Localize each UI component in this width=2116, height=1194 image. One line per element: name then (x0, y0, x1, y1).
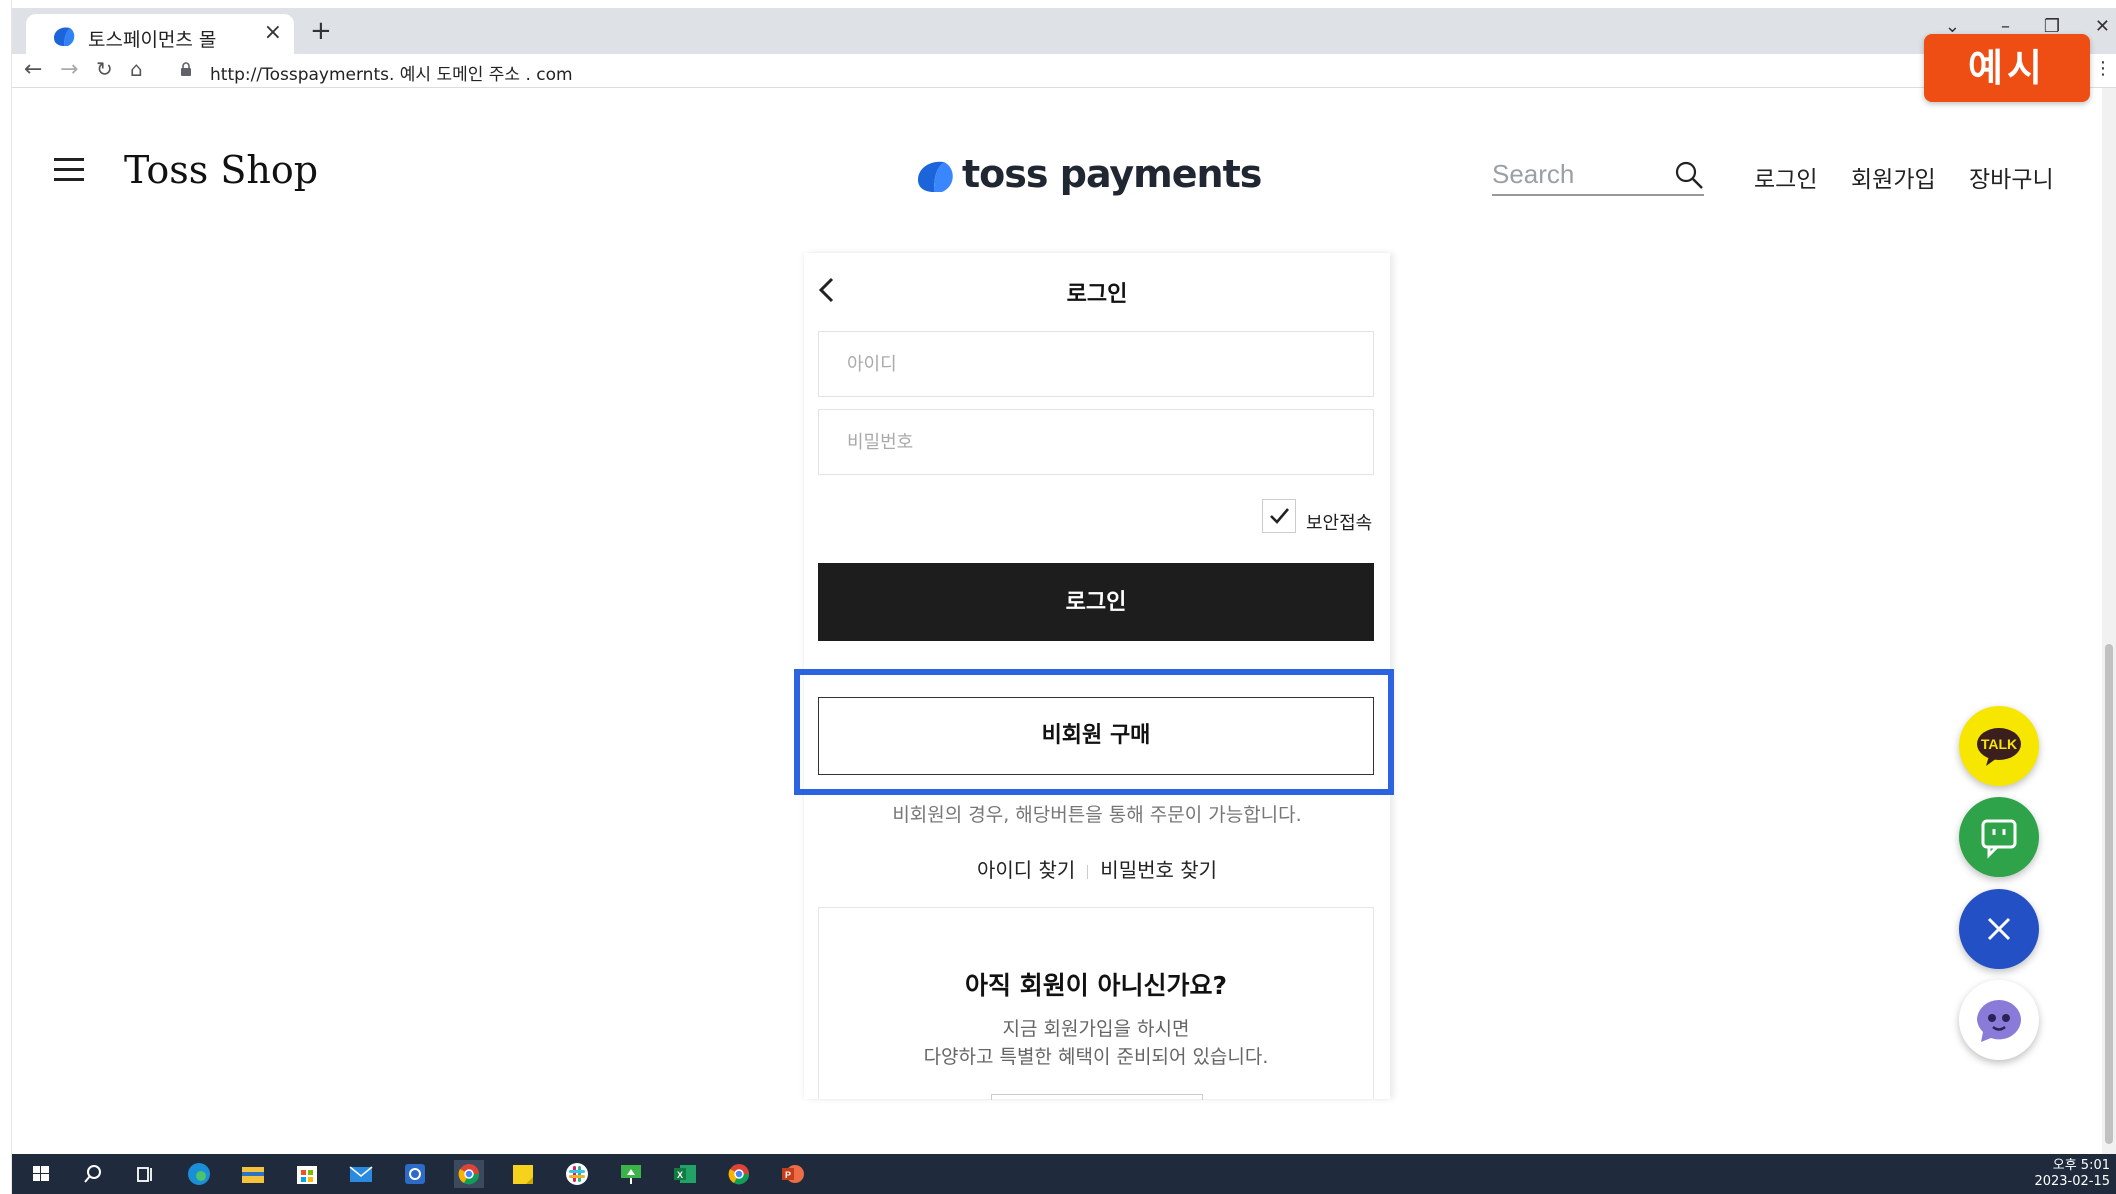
toss-logo-icon (918, 161, 953, 192)
windows-taskbar: X P 오후 5:01 2023-02-15 (12, 1154, 2116, 1194)
system-clock[interactable]: 오후 5:01 2023-02-15 (2034, 1158, 2110, 1190)
clock-date: 2023-02-15 (2034, 1174, 2110, 1189)
svg-text:P: P (785, 1170, 791, 1180)
toss-favicon-icon (54, 27, 75, 46)
search-box (1492, 156, 1704, 196)
chat-bubble-icon (1981, 819, 2017, 859)
find-account-links: 아이디 찾기 비밀번호 찾기 (804, 854, 1390, 883)
find-password-link[interactable]: 비밀번호 찾기 (1100, 858, 1217, 882)
sticky-notes-icon[interactable] (508, 1160, 538, 1188)
signup-button-partial[interactable] (991, 1094, 1203, 1100)
signup-promo-line1: 지금 회원가입을 하시면 (1002, 1018, 1190, 1040)
shop-title[interactable]: Toss Shop (124, 148, 318, 192)
tab-close-icon[interactable]: × (264, 20, 282, 45)
secure-login-checkbox[interactable] (1262, 499, 1296, 533)
url-field[interactable]: http://Tosspaymernts. 예시 도메인 주소 . com (210, 60, 573, 85)
kakao-talk-button[interactable]: TALK (1959, 706, 2039, 786)
login-title: 로그인 (1066, 282, 1128, 307)
signup-promo-box: 아직 회원이 아니신가요? 지금 회원가입을 하시면 다양하고 특별한 혜택이 … (818, 907, 1374, 1100)
example-badge: 예시 (1924, 34, 2090, 102)
chrome-profile-icon[interactable] (724, 1160, 754, 1188)
password-field-wrapper (818, 409, 1374, 475)
id-input[interactable] (819, 332, 1373, 396)
file-explorer-icon[interactable] (238, 1160, 268, 1188)
taskbar-search-icon[interactable] (78, 1160, 108, 1188)
browser-tab-bar: 토스페이먼츠 몰 × + ⌄ – ❐ ✕ (12, 8, 2116, 54)
address-bar: ← → ↻ ⌂ http://Tosspaymernts. 예시 도메인 주소 … (12, 54, 2116, 88)
presentation-app-icon[interactable] (616, 1160, 646, 1188)
new-tab-icon[interactable]: + (310, 16, 332, 46)
talk-label: TALK (1981, 736, 2017, 752)
excel-icon[interactable]: X (670, 1160, 700, 1188)
windows-start-icon[interactable] (26, 1160, 56, 1188)
link-divider (1087, 864, 1089, 879)
logo-text: toss payments (962, 152, 1262, 196)
reload-icon[interactable]: ↻ (96, 57, 113, 81)
chat-message-button[interactable] (1959, 797, 2039, 877)
guest-purchase-button[interactable]: 비회원 구매 (818, 697, 1374, 775)
powerpoint-icon[interactable]: P (778, 1160, 808, 1188)
nav-cart-link[interactable]: 장바구니 (1969, 160, 2054, 194)
hamburger-menu-icon[interactable] (54, 158, 84, 182)
close-icon (1987, 917, 2011, 941)
clock-time: 오후 5:01 (2052, 1158, 2110, 1173)
svg-text:X: X (677, 1170, 683, 1180)
guest-purchase-note: 비회원의 경우, 해당버튼을 통해 주문이 가능합니다. (892, 804, 1302, 826)
vertical-scrollbar[interactable] (2102, 88, 2116, 1154)
search-input[interactable] (1492, 156, 1672, 192)
settings-gear-icon[interactable] (400, 1160, 430, 1188)
screen: 토스페이먼츠 몰 × + ⌄ – ❐ ✕ ← → ↻ ⌂ http://Toss… (0, 0, 2116, 1194)
secure-login-label: 보안접속 (1306, 513, 1373, 534)
mail-icon[interactable] (346, 1160, 376, 1188)
nav-login-link[interactable]: 로그인 (1754, 160, 1817, 194)
menu-kebab-icon[interactable]: ⋮ (2094, 58, 2112, 79)
scrollbar-thumb[interactable] (2105, 644, 2113, 1144)
window-close-icon[interactable]: ✕ (2095, 16, 2110, 37)
close-floating-menu-button[interactable] (1959, 889, 2039, 969)
slack-icon[interactable] (562, 1160, 592, 1188)
find-id-link[interactable]: 아이디 찾기 (977, 858, 1075, 882)
checkmark-icon (1270, 508, 1289, 524)
window-edge (0, 0, 12, 1194)
home-icon[interactable]: ⌂ (130, 57, 143, 81)
kakao-talk-icon: TALK (1977, 728, 2021, 766)
chrome-icon[interactable] (454, 1160, 484, 1188)
browser-tab[interactable]: 토스페이먼츠 몰 × (26, 14, 294, 54)
signup-promo-line2: 다양하고 특별한 혜택이 준비되어 있습니다. (923, 1046, 1269, 1068)
task-view-icon[interactable] (130, 1160, 160, 1188)
id-field-wrapper (818, 331, 1374, 397)
login-panel: 로그인 보안접속 로그인 비회원 구매 비회원의 경우, 해당버튼을 통해 주문… (794, 253, 1394, 1100)
signup-promo-title: 아직 회원이 아니신가요? (965, 971, 1227, 1000)
tab-title: 토스페이먼츠 몰 (88, 29, 217, 51)
edge-browser-icon[interactable] (184, 1160, 214, 1188)
forward-arrow-icon[interactable]: → (60, 57, 78, 82)
chatbot-button[interactable] (1959, 980, 2039, 1060)
lock-icon[interactable] (180, 62, 192, 76)
search-icon[interactable] (1674, 160, 1704, 190)
back-arrow-icon[interactable]: ← (24, 57, 42, 82)
login-button[interactable]: 로그인 (818, 563, 1374, 641)
nav-signup-link[interactable]: 회원가입 (1851, 160, 1936, 194)
ms-store-icon[interactable] (292, 1160, 322, 1188)
password-input[interactable] (819, 410, 1373, 474)
chatbot-ghost-icon (1977, 1000, 2021, 1042)
